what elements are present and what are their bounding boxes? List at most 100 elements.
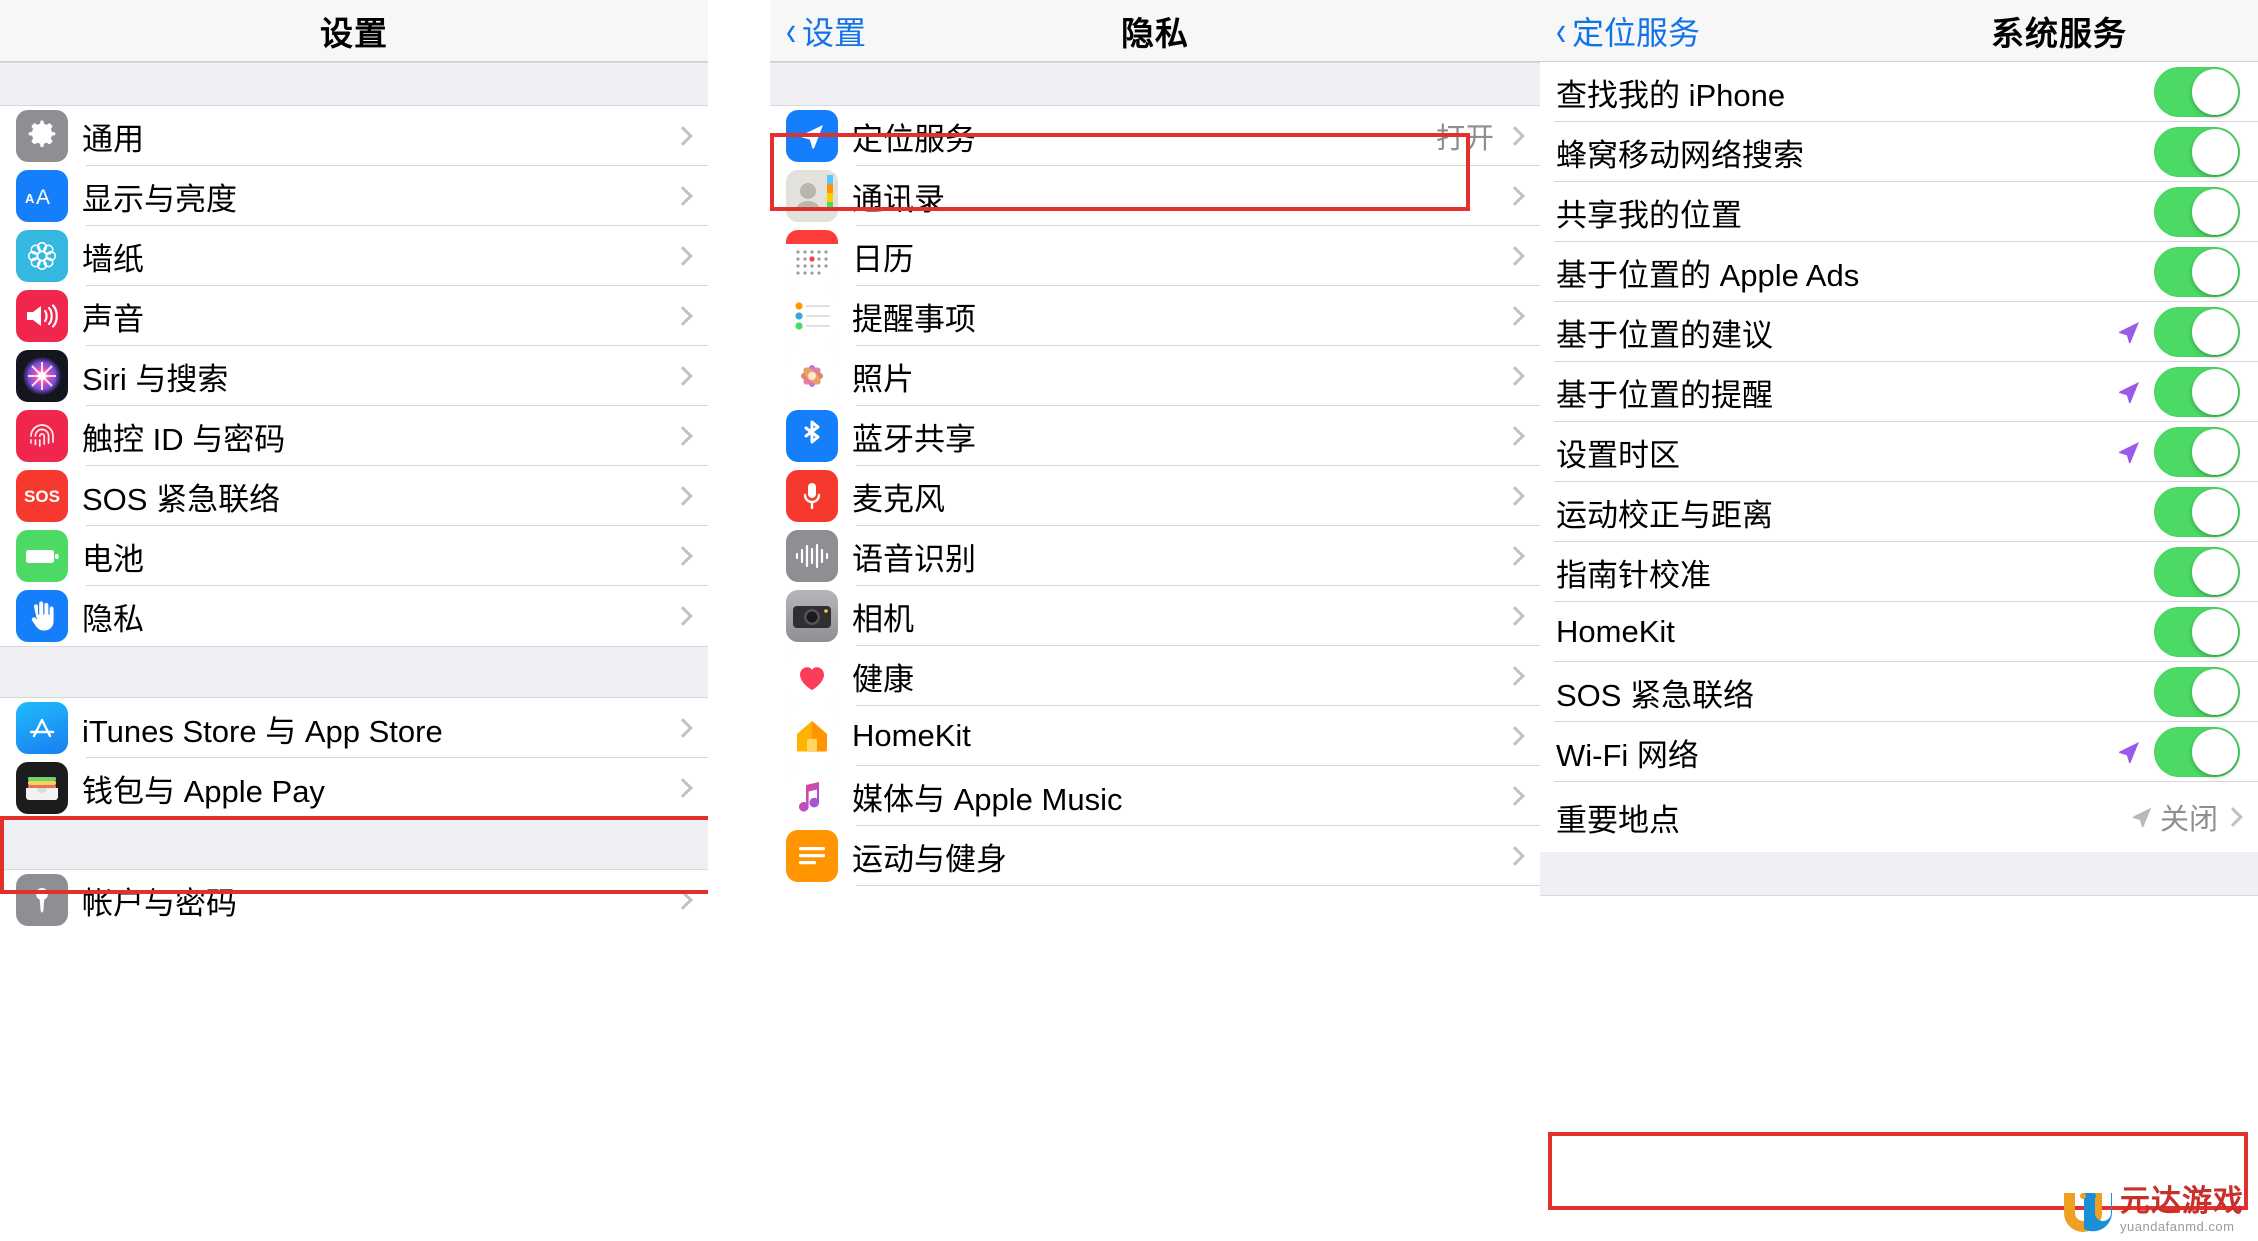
list-item-significant-locations[interactable]: 重要地点 关闭 [1540, 782, 2258, 852]
row-accessory [1504, 246, 1540, 266]
sidebar-item-wallet[interactable]: 钱包与 Apple Pay [0, 758, 708, 818]
list-item-label: 蓝牙共享 [852, 421, 976, 457]
group-separator [0, 818, 708, 870]
page-title: 设置 [320, 14, 388, 52]
toggle-knob [2192, 309, 2238, 355]
siri-icon [16, 350, 68, 402]
list-item-setting-time-zone[interactable]: 设置时区 [1540, 422, 2258, 482]
back-button-label: 设置 [802, 14, 867, 51]
list-item-emergency-sos[interactable]: SOS 紧急联络 [1540, 662, 2258, 722]
chevron-right-icon [673, 126, 693, 146]
list-item-contacts[interactable]: 通讯录 [770, 166, 1540, 226]
page-title: 隐私 [1121, 14, 1189, 52]
toggle-switch[interactable] [2154, 67, 2240, 117]
sidebar-item-touchid[interactable]: 触控 ID 与密码 [0, 406, 708, 466]
list-item-label: 日历 [852, 241, 914, 277]
list-item-homekit[interactable]: HomeKit [1540, 602, 2258, 662]
row-accessory [672, 426, 708, 446]
row-accessory [1504, 666, 1540, 686]
sidebar-item-wallpaper[interactable]: 墙纸 [0, 226, 708, 286]
list-item-bluetooth[interactable]: 蓝牙共享 [770, 406, 1540, 466]
row-accessory [1504, 606, 1540, 626]
chevron-right-icon [1505, 846, 1525, 866]
sidebar-item-accounts[interactable]: 帐户与密码 [0, 870, 708, 930]
row-accessory [672, 306, 708, 326]
list-item-apple-music[interactable]: 媒体与 Apple Music [770, 766, 1540, 826]
toggle-switch[interactable] [2154, 487, 2240, 537]
list-item-compass-calibration[interactable]: 指南针校准 [1540, 542, 2258, 602]
toggle-switch[interactable] [2154, 547, 2240, 597]
sidebar-item-privacy[interactable]: 隐私 [0, 586, 708, 646]
list-item-label: 麦克风 [852, 481, 945, 517]
sidebar-item-sos[interactable]: SOS SOS 紧急联络 [0, 466, 708, 526]
sidebar-item-appstore[interactable]: iTunes Store 与 App Store [0, 698, 708, 758]
row-accessory [672, 246, 708, 266]
toggle-switch[interactable] [2154, 607, 2240, 657]
row-accessory [1504, 846, 1540, 866]
display-brightness-icon: AA [16, 170, 68, 222]
back-button-settings[interactable]: ‹ 设置 [784, 8, 866, 54]
list-item-photos[interactable]: 照片 [770, 346, 1540, 406]
list-item-calendar[interactable]: 日历 [770, 226, 1540, 286]
list-item-find-my-iphone[interactable]: 查找我的 iPhone [1540, 62, 2258, 122]
chevron-right-icon [673, 890, 693, 910]
toggle-switch[interactable] [2154, 367, 2240, 417]
list-item-location-services[interactable]: 定位服务 打开 [770, 106, 1540, 166]
list-item-label: 基于位置的建议 [1556, 317, 1773, 353]
app-store-icon [16, 702, 68, 754]
settings-group-3: 帐户与密码 [0, 870, 708, 930]
toggle-switch[interactable] [2154, 427, 2240, 477]
sidebar-item-sounds[interactable]: 声音 [0, 286, 708, 346]
row-accessory [2154, 187, 2258, 237]
toggle-switch[interactable] [2154, 667, 2240, 717]
toggle-switch[interactable] [2154, 247, 2240, 297]
row-accessory [1504, 486, 1540, 506]
list-item-share-my-location[interactable]: 共享我的位置 [1540, 182, 2258, 242]
list-item-location-based-apple-ads[interactable]: 基于位置的 Apple Ads [1540, 242, 2258, 302]
sidebar-item-general[interactable]: 通用 [0, 106, 708, 166]
row-accessory [2114, 427, 2258, 477]
toggle-switch[interactable] [2154, 127, 2240, 177]
list-item-camera[interactable]: 相机 [770, 586, 1540, 646]
back-button-location-services[interactable]: ‹ 定位服务 [1554, 8, 1700, 54]
chevron-right-icon [1505, 486, 1525, 506]
list-item-microphone[interactable]: 麦克风 [770, 466, 1540, 526]
location-arrow-icon [2114, 317, 2144, 347]
toggle-switch[interactable] [2154, 727, 2240, 777]
list-item-label: SOS 紧急联络 [1556, 677, 1755, 713]
chevron-right-icon [1505, 786, 1525, 806]
sidebar-item-label: 墙纸 [82, 241, 144, 277]
list-item-value: 打开 [1435, 123, 1494, 155]
row-accessory [672, 890, 708, 910]
sidebar-item-display[interactable]: AA 显示与亮度 [0, 166, 708, 226]
row-accessory [2154, 607, 2258, 657]
list-item-motion-fitness[interactable]: 运动与健身 [770, 826, 1540, 886]
list-item-homekit[interactable]: HomeKit [770, 706, 1540, 766]
touch-id-icon [16, 410, 68, 462]
list-item-cellular-network-search[interactable]: 蜂窝移动网络搜索 [1540, 122, 2258, 182]
chevron-right-icon [673, 306, 693, 326]
row-accessory [672, 546, 708, 566]
list-item-motion-calibration[interactable]: 运动校正与距离 [1540, 482, 2258, 542]
chevron-right-icon [1505, 126, 1525, 146]
row-accessory [672, 718, 708, 738]
list-item-location-based-suggestions[interactable]: 基于位置的建议 [1540, 302, 2258, 362]
chevron-right-icon [1505, 186, 1525, 206]
row-accessory [2154, 667, 2258, 717]
sidebar-item-siri[interactable]: Siri 与搜索 [0, 346, 708, 406]
three-panel-screenshot: 设置 通用 AA 显示与亮度 墙纸 声音 Siri 与搜索 触控 ID 与密码 … [0, 0, 2258, 1241]
svg-text:A: A [36, 186, 50, 209]
privacy-hand-icon [16, 590, 68, 642]
list-item-label: 定位服务 [852, 121, 976, 157]
toggle-switch[interactable] [2154, 187, 2240, 237]
list-item-wifi-networking[interactable]: Wi-Fi 网络 [1540, 722, 2258, 782]
toggle-switch[interactable] [2154, 307, 2240, 357]
list-item-location-based-alerts[interactable]: 基于位置的提醒 [1540, 362, 2258, 422]
chevron-right-icon [1505, 366, 1525, 386]
list-item-reminders[interactable]: 提醒事项 [770, 286, 1540, 346]
list-item-health[interactable]: 健康 [770, 646, 1540, 706]
chevron-right-icon [1505, 546, 1525, 566]
privacy-panel: ‹ 设置 隐私 定位服务 打开 通讯录 日历 提醒事项 照片 蓝牙共享 麦克风 … [770, 0, 1540, 1241]
list-item-speech-recognition[interactable]: 语音识别 [770, 526, 1540, 586]
sidebar-item-battery[interactable]: 电池 [0, 526, 708, 586]
